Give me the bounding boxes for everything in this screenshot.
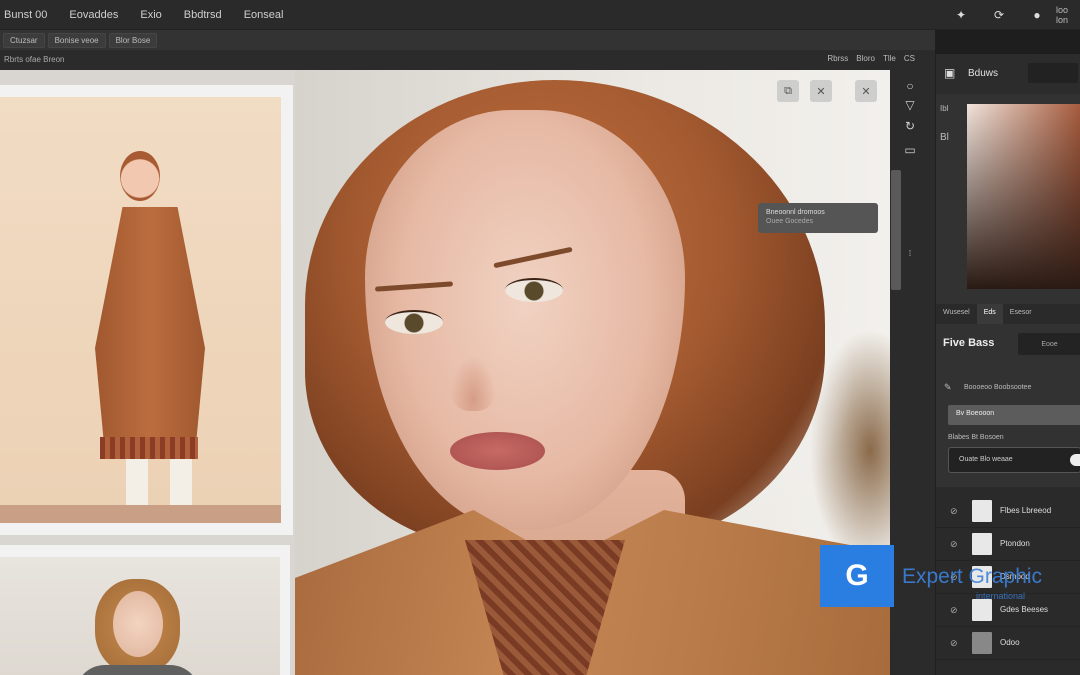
toggle-field[interactable]: Ouate Blo weaae	[948, 447, 1080, 473]
adjust-icon[interactable]: ✎	[944, 382, 952, 393]
figure-leg-left	[126, 459, 148, 509]
figure-coat	[95, 207, 205, 442]
menubar-right: ✦ ⟳ ● loo lon	[942, 0, 1080, 30]
menu-item-file[interactable]: Bunst 00	[4, 9, 47, 21]
option-item-1[interactable]: Rbrss	[827, 54, 848, 63]
lasso-tool-icon[interactable]: ↻	[902, 118, 918, 134]
text-field[interactable]: Bv Boeooon	[948, 405, 1080, 425]
layer-thumbnail	[972, 500, 992, 522]
grip-icon[interactable]: ⁞	[902, 245, 918, 261]
toggle-field-label: Ouate Blo weaae	[959, 456, 1013, 463]
watermark-tagline: international	[976, 591, 1026, 601]
layer-name: Odoo	[1000, 638, 1020, 647]
options-right: Rbrss Bloro Tlle CS	[827, 54, 915, 63]
dismiss-icon[interactable]: ✕	[810, 80, 832, 102]
watermark-name: Expert Graphic	[902, 565, 1043, 588]
breadcrumb: Rbrts ofae Breon	[4, 55, 65, 64]
tooltip-title: Bneoonnl dromoos	[766, 209, 825, 216]
panel-tab-2[interactable]: Eds	[976, 304, 1003, 324]
thumb-face	[113, 591, 163, 657]
row-label-1: Boooeoo Boobsootee	[964, 384, 1032, 391]
option-item-4[interactable]: CS	[904, 54, 915, 63]
tab-document-2[interactable]: Bonise veoe	[47, 32, 106, 48]
toggle-switch[interactable]	[1070, 454, 1080, 466]
menu-item-select[interactable]: Eonseal	[244, 9, 284, 21]
compare-icon[interactable]: ⧉	[777, 80, 799, 102]
panel-header: ▣ Bduws	[936, 54, 1080, 94]
document-tabs: Ctuzsar Bonise veoe Blor Bose	[0, 30, 935, 50]
panel-header-button[interactable]	[1028, 63, 1078, 83]
main-portrait-image[interactable]	[295, 70, 890, 675]
section-header: Five Bass Eooe	[936, 330, 1080, 356]
layer-row[interactable]: ⊘ Flbes Lbreeod	[936, 495, 1080, 528]
thumb-body	[75, 665, 200, 675]
photo-floor	[0, 505, 281, 523]
layer-row[interactable]: ⊘ Odoo	[936, 627, 1080, 660]
section-label: Five Bass	[943, 337, 995, 349]
circle-tool-icon[interactable]: ○	[902, 78, 918, 94]
dot-icon[interactable]: ●	[1030, 8, 1044, 22]
secondary-photo	[0, 557, 280, 675]
option-item-3[interactable]: Tlle	[883, 54, 896, 63]
full-body-thumbnail[interactable]	[0, 85, 293, 535]
vertical-scrollbar[interactable]	[891, 170, 901, 290]
close-icon[interactable]: ✕	[855, 80, 877, 102]
secondary-thumbnail[interactable]	[0, 545, 290, 675]
panel-tab-3[interactable]: Esesor	[1003, 304, 1039, 324]
dropper-tool-icon[interactable]: ▽	[902, 97, 918, 113]
portrait-eye-left	[385, 310, 443, 334]
visibility-icon[interactable]: ⊘	[950, 506, 960, 516]
side-label-1: Ibl	[940, 104, 949, 113]
menu-bar: Bunst 00 Eovaddes Exio Bbdtrsd Eonseal ✦…	[0, 0, 1080, 30]
menu-item-image[interactable]: Exio	[140, 9, 161, 21]
panel-tab-1[interactable]: Wusesel	[936, 304, 977, 324]
panel-title: Bduws	[968, 68, 999, 79]
tab-document-3[interactable]: Blor Bose	[108, 32, 158, 48]
portrait-eye-right	[505, 278, 563, 302]
options-bar: Rbrts ofae Breon Rbrss Bloro Tlle CS	[0, 50, 935, 70]
option-item-2[interactable]: Bloro	[856, 54, 875, 63]
menu-item-edit[interactable]: Eovaddes	[69, 9, 118, 21]
figure-skirt	[100, 437, 198, 459]
tooltip: Bneoonnl dromoos Ouee Gocedes	[758, 203, 878, 233]
canvas[interactable]: ⧉ ✕ ✕ Bneoonnl dromoos Ouee Gocedes	[0, 70, 890, 675]
tab-document-1[interactable]: Ctuzsar	[3, 32, 45, 48]
visibility-icon[interactable]: ⊘	[950, 638, 960, 648]
sync-icon[interactable]: ⟳	[992, 8, 1006, 22]
portrait-lips	[450, 432, 545, 470]
figure-head	[120, 151, 160, 201]
watermark: G Expert Graphic international	[820, 545, 1080, 607]
full-body-photo	[0, 97, 281, 523]
tooltip-subtitle: Ouee Gocedes	[766, 218, 814, 225]
watermark-logo: G	[820, 545, 894, 607]
layer-name: Flbes Lbreeod	[1000, 506, 1052, 515]
portrait-nose	[450, 355, 496, 411]
section-button[interactable]: Eooe	[1018, 333, 1080, 355]
side-label-2[interactable]: Bl	[940, 132, 960, 143]
account-label[interactable]: loo lon	[1056, 5, 1078, 25]
folder-tool-icon[interactable]: ▭	[902, 142, 918, 158]
color-picker-swatch[interactable]	[967, 104, 1080, 289]
bird-icon[interactable]: ✦	[954, 8, 968, 22]
figure-leg-right	[170, 459, 192, 509]
panel-icon: ▣	[944, 66, 956, 80]
row-label-2: Blabes Bt Bosoen	[948, 434, 1004, 441]
menu-item-layer[interactable]: Bbdtrsd	[184, 9, 222, 21]
layer-thumbnail	[972, 632, 992, 654]
panel-tabs: Wusesel Eds Esesor	[936, 304, 1080, 324]
